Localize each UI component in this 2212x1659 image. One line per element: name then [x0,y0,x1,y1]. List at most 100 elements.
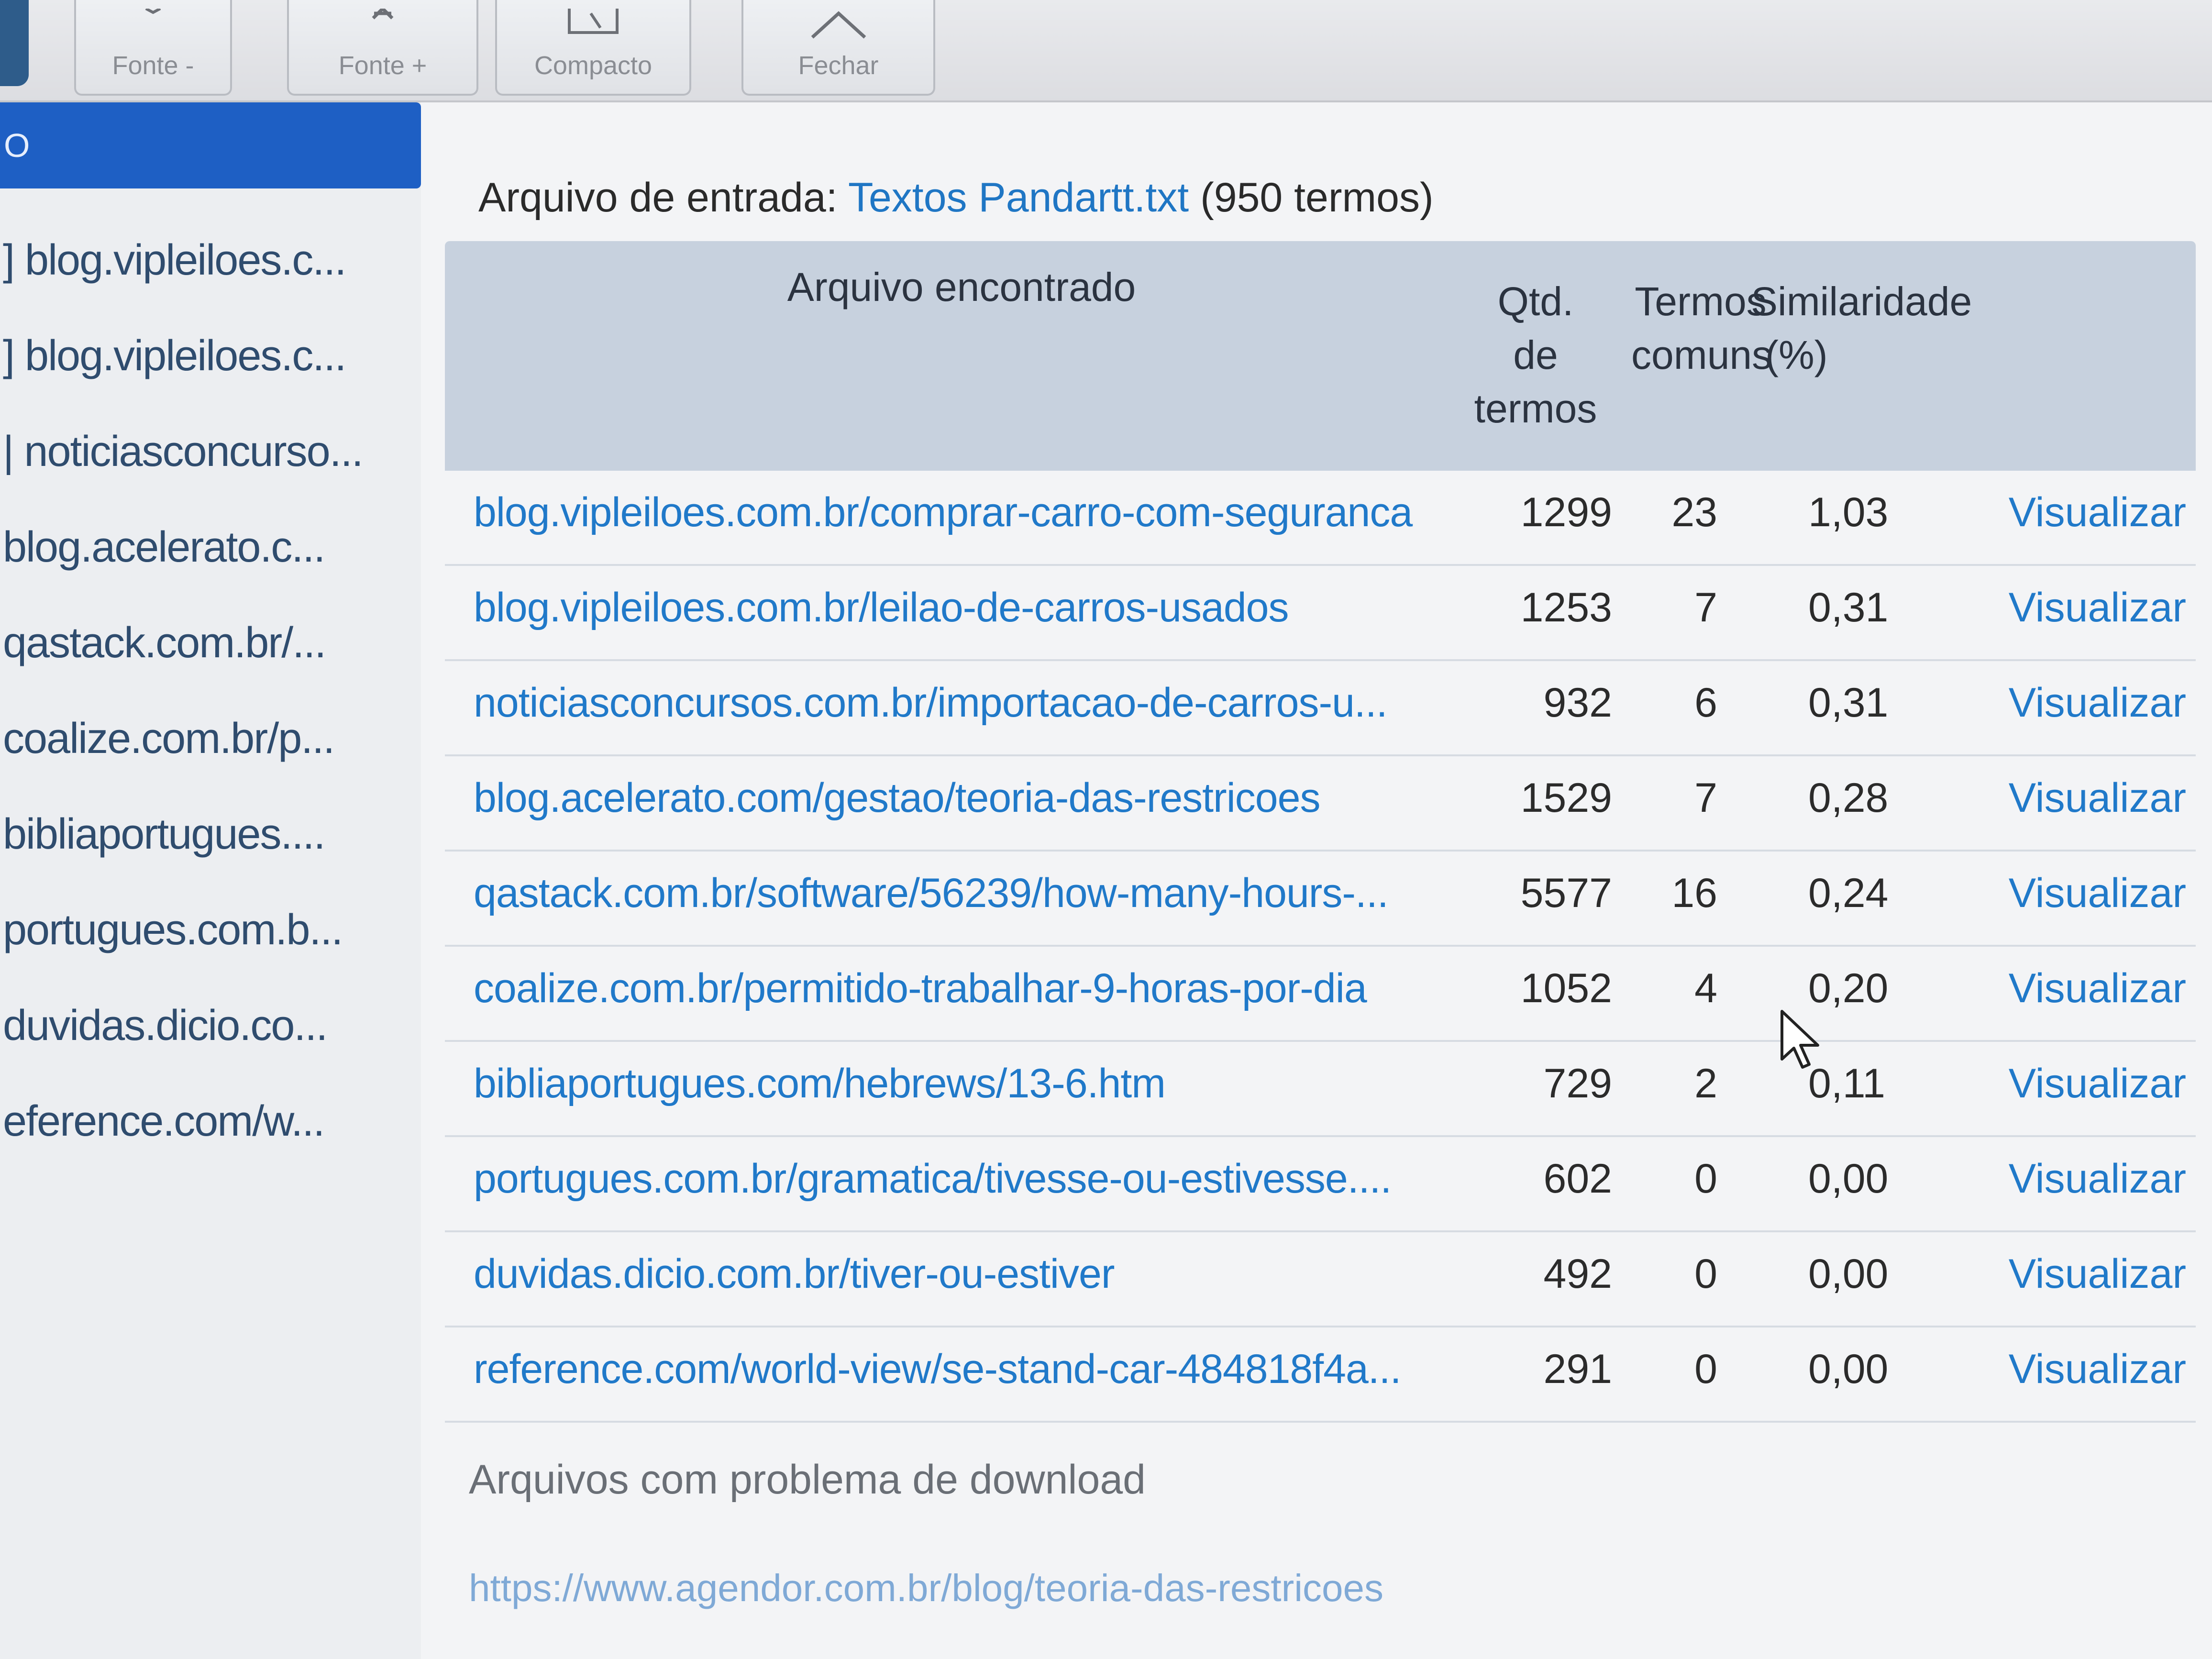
row-qtd: 5577 [1520,870,1612,916]
row-file-link[interactable]: reference.com/world-view/se-stand-car-48… [474,1346,1483,1393]
row-file-link[interactable]: noticiasconcursos.com.br/importacao-de-c… [474,679,1483,727]
row-view-link[interactable]: Visualizar [1995,870,2186,917]
row-common: 16 [1671,870,1717,916]
table-row: qastack.com.br/software/56239/how-many-h… [445,852,2196,947]
table-row: blog.vipleiloes.com.br/leilao-de-carros-… [445,566,2196,661]
input-file-name[interactable]: Textos Pandartt.txt [848,175,1189,221]
sidebar-item-label: qastack.com.br/... [3,619,326,667]
row-common: 6 [1694,680,1717,726]
compact-label: Compacto [534,51,653,80]
row-similarity: 0,28 [1808,775,1889,821]
header-common-line: comuns [1631,332,1772,377]
table-row: blog.vipleiloes.com.br/comprar-carro-com… [445,471,2196,566]
row-qtd: 1299 [1520,489,1612,535]
table-header: Arquivo encontrado Qtd. de termos Termos… [445,241,2196,471]
input-file-label: Arquivo de entrada: [478,175,838,221]
row-qtd: 1529 [1520,775,1612,821]
row-view-link[interactable]: Visualizar [1995,584,2186,631]
row-similarity: 0,11 [1808,1061,1885,1106]
sidebar-header[interactable]: O [0,102,421,188]
sidebar-item-label: blog.acelerato.c... [3,523,325,571]
row-view-link[interactable]: Visualizar [1995,1060,2186,1107]
download-problem-link[interactable]: https://www.agendor.com.br/blog/teoria-d… [469,1566,1383,1610]
mouse-cursor-icon [1781,1010,1819,1069]
table-row: noticiasconcursos.com.br/importacao-de-c… [445,661,2196,756]
sidebar-item[interactable]: bibliaportugues.... [0,786,421,882]
results-table: Arquivo encontrado Qtd. de termos Termos… [445,241,2196,1423]
sidebar: O ] blog.vipleiloes.c... ] blog.vipleilo… [0,102,421,1659]
row-file-link[interactable]: bibliaportugues.com/hebrews/13-6.htm [474,1060,1483,1107]
sidebar-item[interactable]: eference.com/w... [0,1073,421,1169]
input-file-line: Arquivo de entrada: Textos Pandartt.txt … [478,174,1434,221]
close-label: Fechar [798,51,879,80]
row-qtd: 1253 [1520,585,1612,630]
row-qtd: 932 [1543,680,1613,726]
row-file-link[interactable]: blog.vipleiloes.com.br/leilao-de-carros-… [474,584,1483,631]
sidebar-item-label: ] blog.vipleiloes.c... [3,236,346,284]
row-common: 4 [1694,965,1717,1011]
table-row: reference.com/world-view/se-stand-car-48… [445,1327,2196,1423]
download-problems-title: Arquivos com problema de download [469,1457,1146,1503]
header-similarity: Similaridade (%) [1751,275,2000,382]
row-view-link[interactable]: Visualizar [1995,1155,2186,1203]
row-similarity: 0,00 [1808,1251,1889,1297]
row-similarity: 0,20 [1808,965,1889,1011]
row-file-link[interactable]: blog.acelerato.com/gestao/teoria-das-res… [474,774,1483,822]
row-file-link[interactable]: coalize.com.br/permitido-trabalhar-9-hor… [474,965,1483,1012]
row-qtd: 602 [1543,1156,1613,1202]
sidebar-item[interactable]: blog.acelerato.c... [0,499,421,595]
sidebar-item[interactable]: ] blog.vipleiloes.c... [0,308,421,404]
sidebar-item[interactable]: qastack.com.br/... [0,595,421,691]
sidebar-item-label: portugues.com.b... [3,906,343,954]
row-view-link[interactable]: Visualizar [1995,1346,2186,1393]
font-decrease-icon [124,7,182,42]
row-common: 2 [1694,1061,1717,1106]
font-increase-button[interactable]: Fonte + [287,0,478,96]
row-similarity: 1,03 [1808,489,1889,535]
sidebar-item[interactable]: duvidas.dicio.co... [0,978,421,1073]
row-view-link[interactable]: Visualizar [1995,965,2186,1012]
font-increase-icon [354,6,411,42]
table-row: bibliaportugues.com/hebrews/13-6.htm 729… [445,1042,2196,1137]
table-row: coalize.com.br/permitido-trabalhar-9-hor… [445,947,2196,1042]
sidebar-item-label: eference.com/w... [3,1097,325,1145]
close-chevron-icon [810,9,867,42]
header-qtd-line: Qtd. [1497,279,1574,324]
header-file: Arquivo encontrado [787,265,1136,310]
row-similarity: 0,00 [1808,1346,1889,1392]
table-row: blog.acelerato.com/gestao/teoria-das-res… [445,756,2196,852]
compact-button[interactable]: Compacto [495,0,691,96]
row-view-link[interactable]: Visualizar [1995,679,2186,727]
sidebar-item[interactable]: | noticiasconcurso... [0,404,421,499]
row-similarity: 0,31 [1808,680,1889,726]
sidebar-item[interactable]: ] blog.vipleiloes.c... [0,212,421,308]
row-file-link[interactable]: blog.vipleiloes.com.br/comprar-carro-com… [474,489,1483,536]
close-button[interactable]: Fechar [741,0,935,96]
row-file-link[interactable]: portugues.com.br/gramatica/tivesse-ou-es… [474,1155,1483,1203]
row-common: 0 [1694,1251,1717,1297]
row-similarity: 0,24 [1808,870,1889,916]
row-view-link[interactable]: Visualizar [1995,774,2186,822]
font-increase-label: Fonte + [338,51,427,80]
header-similarity-line: Similaridade [1751,279,1972,324]
row-qtd: 1052 [1520,965,1612,1011]
header-qtd: Qtd. de termos [1473,275,1598,435]
row-file-link[interactable]: qastack.com.br/software/56239/how-many-h… [474,870,1483,917]
row-qtd: 291 [1543,1346,1613,1392]
row-common: 7 [1694,775,1717,821]
sidebar-item[interactable]: portugues.com.b... [0,882,421,978]
font-decrease-button[interactable]: Fonte - [74,0,232,96]
row-common: 0 [1694,1156,1717,1202]
sidebar-header-text: O [4,127,30,164]
row-file-link[interactable]: duvidas.dicio.com.br/tiver-ou-estiver [474,1250,1483,1298]
row-similarity: 0,31 [1808,585,1889,630]
row-view-link[interactable]: Visualizar [1995,489,2186,536]
header-common: Termos comuns [1631,275,1772,382]
font-decrease-label: Fonte - [112,51,194,80]
sidebar-item-label: bibliaportugues.... [3,810,325,858]
results-panel: Arquivo de entrada: Textos Pandartt.txt … [440,102,2212,1659]
header-qtd-line: termos [1474,386,1597,431]
sidebar-item[interactable]: coalize.com.br/p... [0,691,421,786]
row-view-link[interactable]: Visualizar [1995,1250,2186,1298]
toolbar-edge [0,0,29,86]
